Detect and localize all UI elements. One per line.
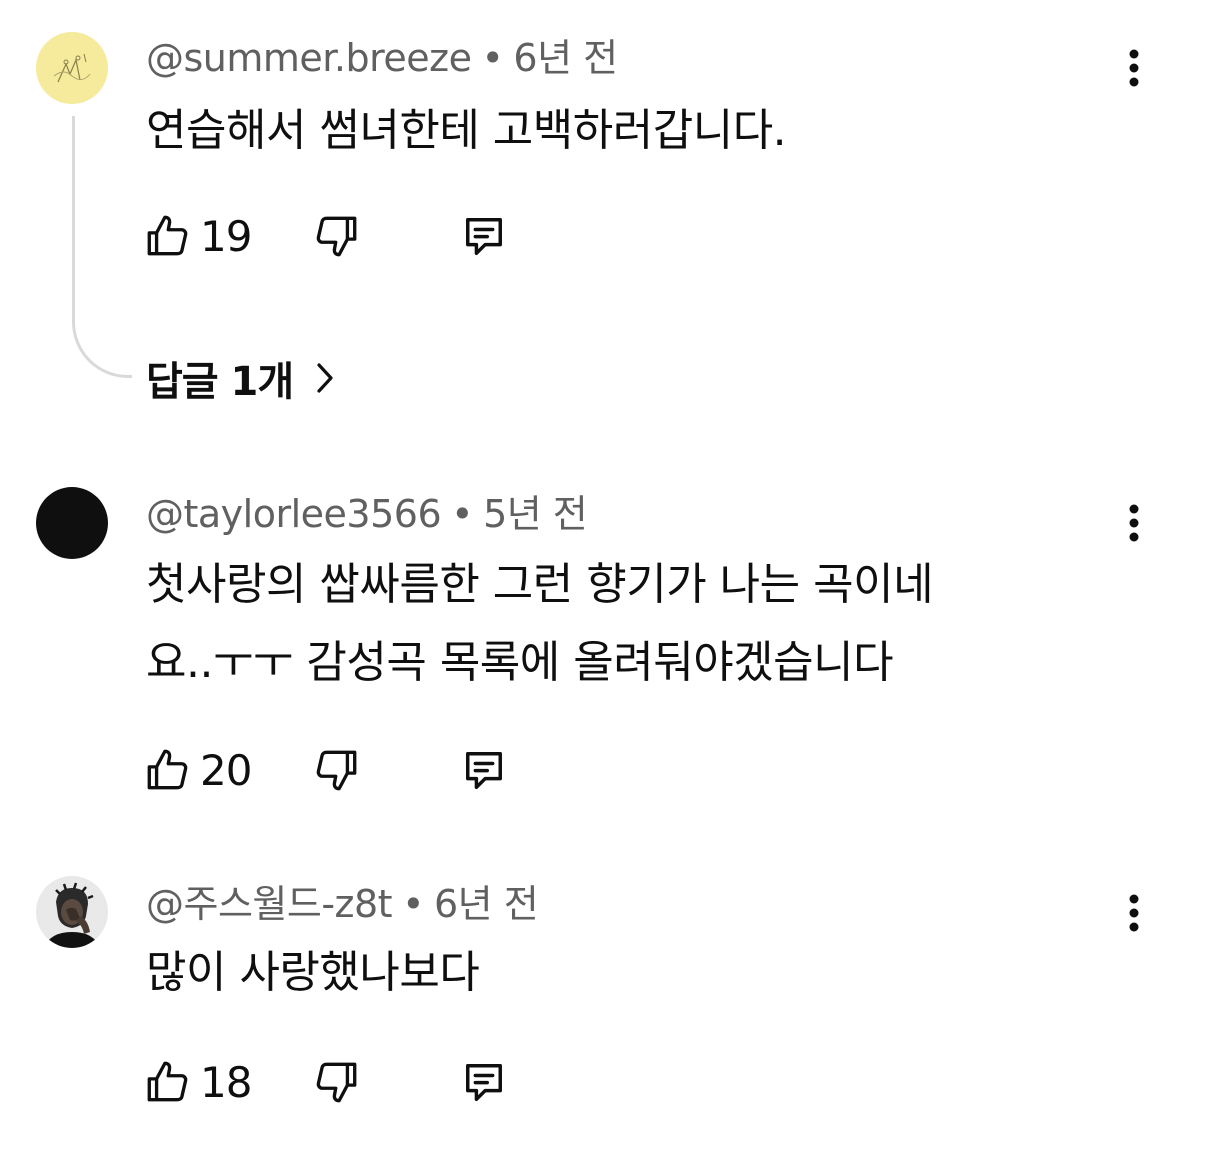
comment-text: 첫사랑의 쌉싸름한 그런 향기가 나는 곡이네 요..ㅜㅜ 감성곡 목록에 올려… bbox=[146, 546, 1106, 702]
dislike-button[interactable] bbox=[312, 1054, 362, 1110]
author-handle[interactable]: @taylorlee3566 bbox=[146, 492, 442, 536]
thumbs-down-icon bbox=[316, 750, 357, 791]
reply-button[interactable] bbox=[458, 742, 510, 798]
thumbs-down-icon bbox=[316, 216, 357, 257]
more-vertical-icon bbox=[1129, 504, 1139, 542]
reply-button[interactable] bbox=[458, 208, 510, 264]
more-vertical-icon bbox=[1129, 49, 1139, 87]
timestamp: 5년 전 bbox=[483, 492, 588, 536]
reply-comment-icon bbox=[466, 752, 502, 790]
more-options-button[interactable] bbox=[1112, 495, 1156, 551]
more-options-button[interactable] bbox=[1112, 40, 1156, 96]
person-photo-icon bbox=[36, 876, 108, 948]
like-count: 18 bbox=[200, 1057, 252, 1107]
dislike-button[interactable] bbox=[312, 742, 362, 798]
reply-comment-icon bbox=[466, 218, 502, 256]
separator-dot: • bbox=[451, 492, 474, 536]
comment-meta: @taylorlee3566 • 5년 전 bbox=[146, 490, 588, 538]
comment-meta: @summer.breeze • 6년 전 bbox=[146, 34, 618, 82]
comment-text-line: 요..ㅜㅜ 감성곡 목록에 올려둬야겠습니다 bbox=[146, 637, 894, 688]
thumbs-down-icon bbox=[316, 1062, 357, 1103]
thumbs-up-icon bbox=[147, 1061, 188, 1102]
avatar[interactable] bbox=[36, 32, 108, 104]
author-handle[interactable]: @주스월드-z8t bbox=[146, 882, 393, 926]
timestamp: 6년 전 bbox=[434, 882, 539, 926]
thumbs-up-icon bbox=[147, 749, 188, 790]
sketch-figure-icon bbox=[36, 32, 108, 104]
more-options-button[interactable] bbox=[1112, 885, 1156, 941]
like-button[interactable]: 19 bbox=[142, 208, 252, 264]
timestamp: 6년 전 bbox=[513, 36, 618, 80]
like-count: 19 bbox=[200, 211, 252, 261]
thumbs-up-icon bbox=[147, 215, 188, 256]
avatar[interactable] bbox=[36, 487, 108, 559]
more-vertical-icon bbox=[1129, 894, 1139, 932]
avatar[interactable] bbox=[36, 876, 108, 948]
view-replies-button[interactable]: 답글 1개 bbox=[146, 350, 335, 406]
comment-text: 많이 사랑했나보다 bbox=[146, 947, 480, 998]
reply-button[interactable] bbox=[458, 1054, 510, 1110]
replies-label: 답글 1개 bbox=[146, 359, 294, 405]
dislike-button[interactable] bbox=[312, 208, 362, 264]
separator-dot: • bbox=[402, 882, 424, 926]
separator-dot: • bbox=[481, 36, 504, 80]
comment-meta: @주스월드-z8t • 6년 전 bbox=[146, 880, 539, 928]
thread-line bbox=[72, 116, 132, 378]
like-button[interactable]: 18 bbox=[142, 1054, 252, 1110]
chevron-right-icon bbox=[317, 363, 333, 393]
author-handle[interactable]: @summer.breeze bbox=[146, 36, 472, 80]
comment-text-line: 첫사랑의 쌉싸름한 그런 향기가 나는 곡이네 bbox=[146, 559, 934, 610]
comment-text: 연습해서 썸녀한테 고백하러갑니다. bbox=[146, 105, 787, 156]
like-count: 20 bbox=[200, 745, 252, 795]
reply-comment-icon bbox=[466, 1064, 502, 1102]
like-button[interactable]: 20 bbox=[142, 742, 252, 798]
